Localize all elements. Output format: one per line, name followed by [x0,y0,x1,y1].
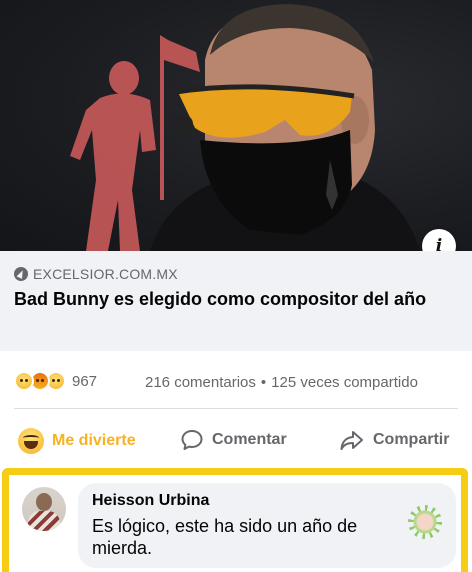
react-label: Me divierte [52,432,136,449]
link-domain: EXCELSIOR.COM.MX [14,266,178,282]
comment-icon [181,430,203,450]
engagement-stats: 216 comentarios • 125 veces compartido [145,374,418,391]
react-button[interactable]: Me divierte [18,428,136,454]
reaction-summary[interactable]: 967 [14,371,97,391]
sun-face-icon [408,505,442,539]
comment-author[interactable]: Heisson Urbina [92,492,209,510]
person-graphic [150,4,420,251]
portrait-photo [70,4,420,251]
share-count[interactable]: 125 veces compartido [271,374,418,391]
comment-button[interactable]: Comentar [180,428,287,452]
comment-label: Comentar [212,431,287,448]
reaction-count: 967 [72,372,98,390]
avatar[interactable] [22,487,66,531]
comment-text: Es lógico, este ha sido un año de mierda… [92,516,358,558]
comment-count[interactable]: 216 comentarios [145,374,256,391]
haha-icon [14,371,34,391]
share-label: Compartir [373,431,450,448]
share-arrow-icon [340,431,363,450]
stats-separator: • [260,374,267,391]
compass-icon [14,267,28,281]
avatar-head [36,493,52,511]
link-preview-image[interactable] [0,0,472,251]
divider [14,408,458,409]
avatar-body [28,511,60,531]
share-button[interactable]: Compartir [339,428,449,452]
haha-icon [18,428,44,454]
link-headline[interactable]: Bad Bunny es elegido como compositor del… [14,287,454,311]
link-domain-text: EXCELSIOR.COM.MX [33,266,178,282]
